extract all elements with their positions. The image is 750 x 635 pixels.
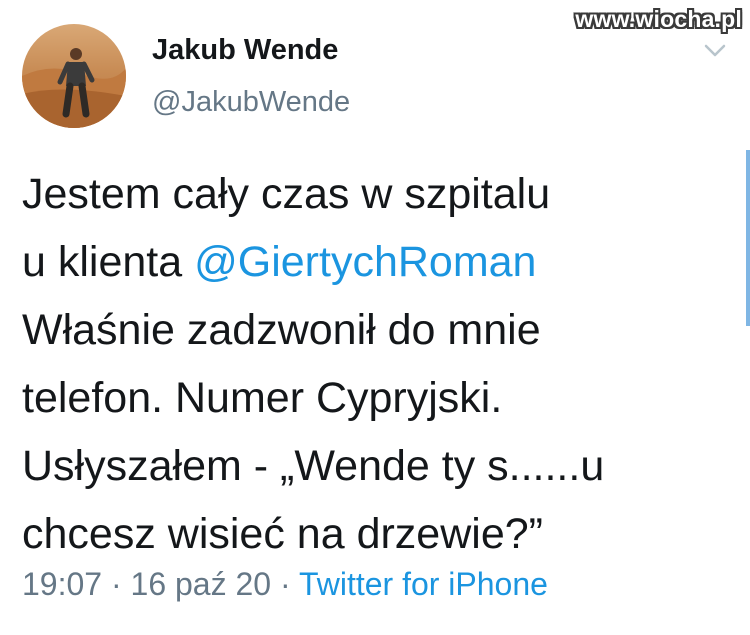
tweet-line: telefon. Numer Cypryjski.: [22, 374, 503, 422]
tweet-line: Jestem cały czas w szpitalu: [22, 170, 551, 218]
scrollbar[interactable]: [746, 150, 750, 326]
tweet-line: Usłyszałem - „Wende ty s......u: [22, 442, 605, 490]
tweet-time[interactable]: 19:07: [22, 566, 102, 602]
tweet-meta: 19:07 · 16 paź 20 · Twitter for iPhone: [22, 566, 548, 603]
tweet-line: u klienta @GiertychRoman: [22, 228, 738, 296]
tweet-text: Jestem cały czas w szpitalu u klienta @G…: [22, 160, 738, 568]
tweet-date[interactable]: 16 paź 20: [131, 566, 272, 602]
mention-link[interactable]: @GiertychRoman: [194, 238, 536, 286]
tweet-line: Właśnie zadzwonił do mnie: [22, 306, 541, 354]
tweet-line-prefix: u klienta: [22, 238, 195, 286]
meta-separator: ·: [271, 566, 299, 602]
tweet-screenshot: www.wiocha.pl Jakub Wende @JakubWende Je…: [0, 0, 750, 635]
meta-separator: ·: [102, 566, 131, 602]
tweet-line: chcesz wisieć na drzewie?”: [22, 510, 543, 558]
chevron-down-icon[interactable]: [704, 44, 726, 58]
author-handle[interactable]: @JakubWende: [152, 86, 350, 119]
profile-avatar-icon: [22, 24, 126, 128]
avatar[interactable]: [22, 24, 126, 128]
watermark: www.wiocha.pl: [575, 6, 742, 32]
tweet-source-link[interactable]: Twitter for iPhone: [299, 566, 548, 602]
author-display-name[interactable]: Jakub Wende: [152, 34, 338, 67]
